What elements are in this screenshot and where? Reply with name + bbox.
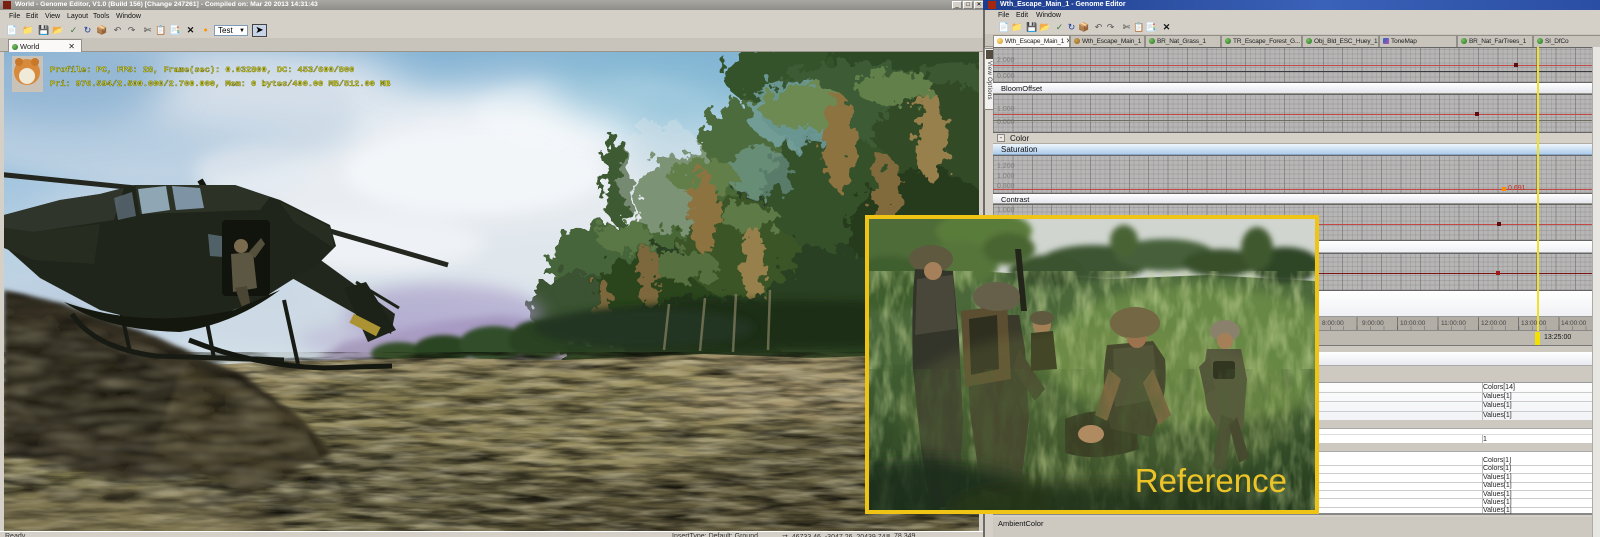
svg-text:Profile: PC, FPS: 28, Frame(se: Profile: PC, FPS: 28, Frame(sec): 0.0328…: [50, 65, 354, 75]
svg-text:Pri: 976.594/2.500.000/2.700.0: Pri: 976.594/2.500.000/2.700.000, Mem: 0…: [50, 79, 390, 89]
